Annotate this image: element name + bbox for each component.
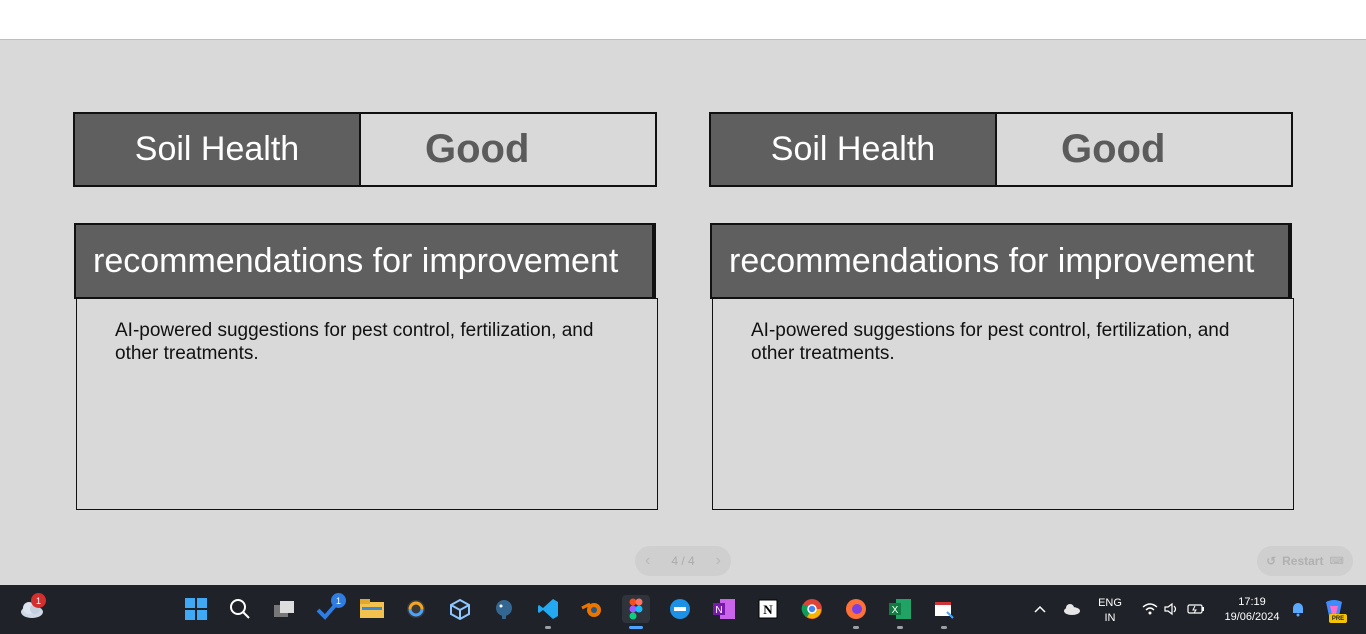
language-indicator[interactable]: ENG IN [1092, 596, 1128, 626]
soil-health-row: Soil Health Good [73, 112, 657, 187]
status-label: Soil Health [711, 114, 997, 185]
clock-time: 17:19 [1238, 596, 1266, 608]
recommendations-text: AI-powered suggestions for pest control,… [751, 320, 1230, 364]
task-view-icon[interactable] [270, 595, 298, 623]
keyboard-hint-icon: ⌨ [1329, 555, 1344, 567]
restart-label: Restart [1282, 554, 1324, 568]
postgresql-icon[interactable] [490, 595, 518, 623]
clock-date: 19/06/2024 [1224, 611, 1280, 623]
active-indicator [629, 626, 643, 629]
recommendations-header: recommendations for improvement [74, 223, 656, 299]
running-indicator [897, 626, 903, 629]
chevron-left-icon[interactable]: ‹ [645, 552, 650, 570]
clock[interactable]: 17:19 19/06/2024 [1216, 595, 1288, 625]
running-indicator [941, 626, 947, 629]
status-label: Soil Health [75, 114, 361, 185]
soil-health-row: Soil Health Good [709, 112, 1293, 187]
status-value: Good [361, 114, 655, 185]
blender-icon[interactable] [578, 595, 606, 623]
svg-text:N: N [715, 605, 722, 616]
vscode-icon[interactable] [534, 595, 562, 629]
battery-icon[interactable] [1182, 595, 1210, 623]
chrome-icon[interactable] [798, 595, 826, 623]
notion-icon[interactable]: N [754, 595, 782, 623]
chevron-right-icon[interactable]: › [716, 552, 721, 570]
region-code: IN [1104, 612, 1116, 624]
prototype-canvas: Soil Health Good recommendations for imp… [0, 40, 1366, 585]
excel-icon[interactable]: X [886, 595, 914, 629]
virtualbox-icon[interactable] [446, 595, 474, 623]
recommendations-header: recommendations for improvement [710, 223, 1292, 299]
recommendations-body: AI-powered suggestions for pest control,… [712, 298, 1294, 510]
search-icon[interactable] [226, 595, 254, 623]
copilot-preview-badge: PRE [1329, 614, 1347, 623]
pinned-app-badge: 1 [331, 593, 346, 608]
svg-text:N: N [763, 602, 773, 617]
running-indicator [545, 626, 551, 629]
page-indicator: 4 / 4 [671, 554, 695, 568]
file-explorer-icon[interactable] [358, 595, 386, 623]
docker-icon[interactable] [666, 595, 694, 623]
taskbar: 1 1 N N X ENG IN 17:19 19/06/2024 PRE [0, 585, 1366, 634]
svg-text:X: X [892, 605, 899, 616]
status-value: Good [997, 114, 1291, 185]
recommendations-body: AI-powered suggestions for pest control,… [76, 298, 658, 510]
chevron-up-icon[interactable] [1026, 595, 1054, 623]
figma-icon[interactable] [622, 595, 650, 629]
page-navigator: ‹ 4 / 4 › [635, 546, 731, 576]
running-indicator [853, 626, 859, 629]
restart-button[interactable]: ↺ Restart ⌨ [1257, 546, 1353, 576]
onenote-icon[interactable]: N [710, 595, 738, 623]
app-icon-colorful[interactable] [402, 595, 430, 623]
weather-badge: 1 [31, 593, 46, 608]
onedrive-icon[interactable] [1058, 595, 1086, 623]
recommendations-text: AI-powered suggestions for pest control,… [115, 320, 594, 364]
language-code: ENG [1098, 597, 1122, 609]
firefox-icon[interactable] [842, 595, 870, 629]
top-bar [0, 0, 1366, 40]
notification-bell-icon[interactable] [1284, 595, 1312, 623]
restart-icon: ↺ [1266, 554, 1277, 568]
windows-start-icon[interactable] [182, 595, 210, 623]
snipping-tool-icon[interactable] [930, 595, 958, 629]
